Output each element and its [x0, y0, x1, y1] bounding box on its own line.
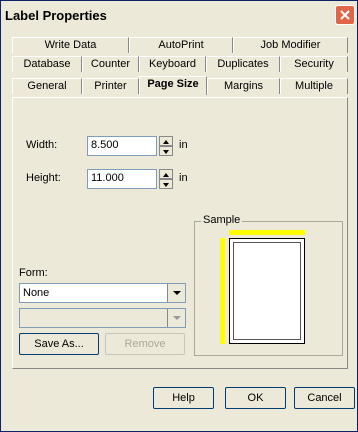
height-spinner[interactable] [159, 169, 173, 189]
save-as-button[interactable]: Save As... [19, 333, 99, 355]
chevron-down-icon [172, 291, 181, 295]
tab-margins[interactable]: Margins [207, 78, 280, 94]
sample-label-outline [233, 242, 301, 340]
remove-button[interactable]: Remove [105, 333, 185, 355]
width-unit: in [179, 139, 188, 151]
tab-autoprint[interactable]: AutoPrint [129, 37, 233, 53]
sample-title: Sample [201, 214, 243, 226]
tab-counter[interactable]: Counter [82, 56, 139, 72]
vertical-ruler [220, 238, 225, 344]
window-title: Label Properties [5, 8, 107, 23]
tab-row-2: Database Counter Keyboard Duplicates Sec… [12, 56, 348, 72]
width-input[interactable]: 8.500 [87, 136, 157, 156]
cancel-button[interactable]: Cancel [294, 387, 355, 409]
label-properties-dialog: Label Properties Write Data AutoPrint Jo… [0, 0, 358, 432]
sample-group: Sample [194, 214, 343, 356]
tab-duplicates[interactable]: Duplicates [206, 56, 280, 72]
form-select[interactable]: None [19, 283, 186, 303]
height-spin-up[interactable] [159, 169, 173, 179]
tab-database[interactable]: Database [12, 56, 82, 72]
form-sub-select-dropdown[interactable] [167, 309, 185, 327]
horizontal-ruler [229, 230, 305, 235]
tab-job-modifier[interactable]: Job Modifier [233, 37, 348, 53]
form-label: Form: [19, 267, 48, 279]
height-input[interactable]: 11.000 [87, 169, 157, 189]
title-bar: Label Properties [1, 1, 357, 30]
form-select-dropdown[interactable] [167, 284, 185, 302]
height-label: Height: [26, 172, 61, 184]
width-spin-up[interactable] [159, 136, 173, 146]
form-select-value: None [23, 287, 50, 299]
close-icon [340, 10, 350, 20]
form-sub-select[interactable] [19, 308, 186, 328]
tab-keyboard[interactable]: Keyboard [139, 56, 206, 72]
height-unit: in [179, 172, 188, 184]
chevron-down-icon [172, 316, 181, 320]
tab-security[interactable]: Security [280, 56, 348, 72]
close-button[interactable] [335, 5, 355, 25]
tab-row-1: Write Data AutoPrint Job Modifier [12, 37, 348, 53]
width-label: Width: [26, 139, 58, 151]
sample-page-preview [229, 238, 305, 344]
help-button[interactable]: Help [153, 387, 214, 409]
tab-general[interactable]: General [12, 78, 82, 94]
ok-button[interactable]: OK [225, 387, 286, 409]
tab-page-size[interactable]: Page Size [139, 76, 207, 95]
height-spin-down[interactable] [159, 179, 173, 189]
arrow-up-icon [163, 173, 169, 177]
arrow-down-icon [163, 183, 169, 187]
arrow-down-icon [163, 150, 169, 154]
arrow-up-icon [163, 140, 169, 144]
tab-printer[interactable]: Printer [82, 78, 139, 94]
tab-row-3: General Printer Page Size Margins Multip… [12, 76, 348, 95]
width-spin-down[interactable] [159, 146, 173, 156]
width-spinner[interactable] [159, 136, 173, 156]
tab-multiple[interactable]: Multiple [280, 78, 348, 94]
tab-write-data[interactable]: Write Data [12, 37, 129, 53]
